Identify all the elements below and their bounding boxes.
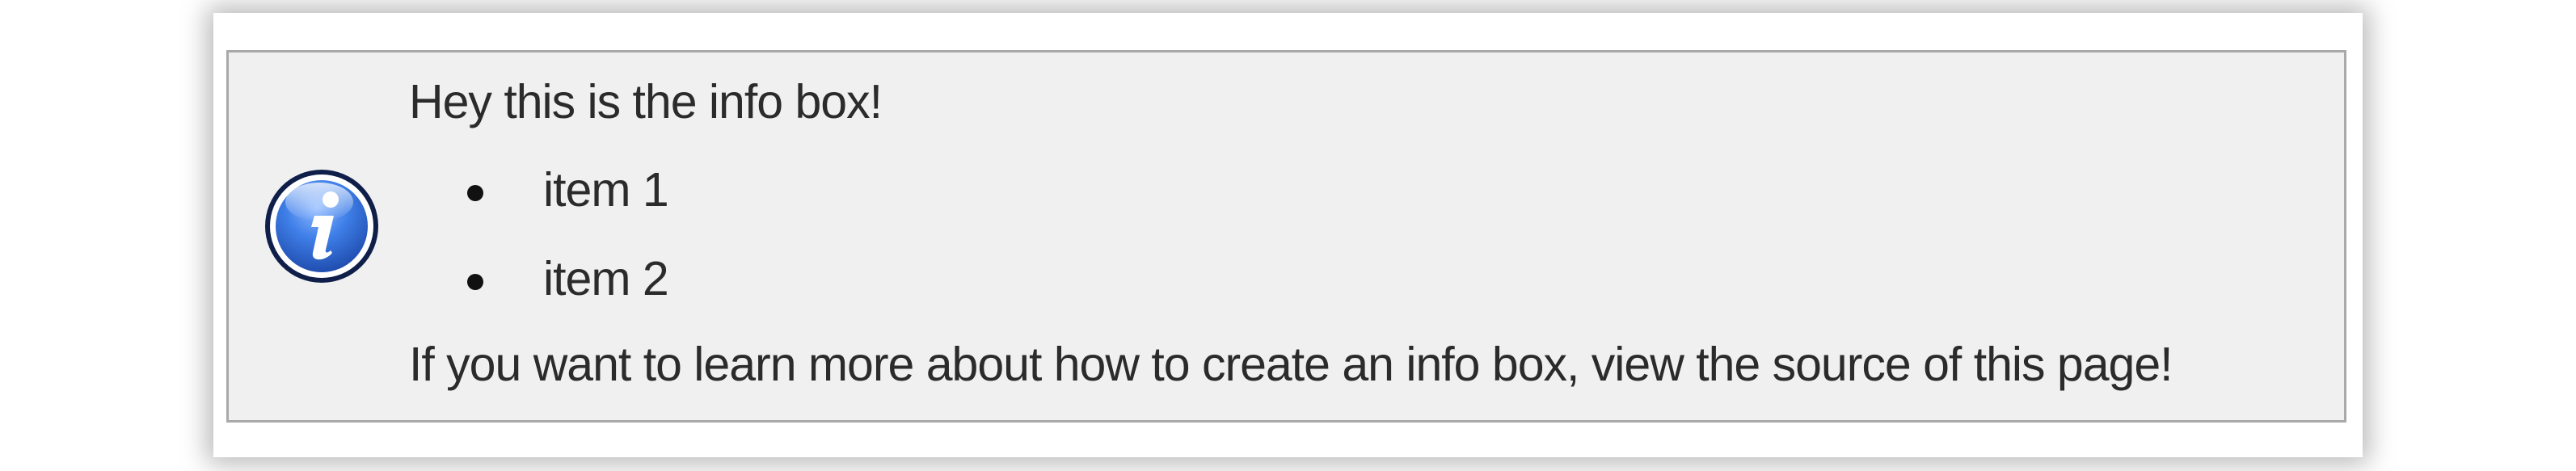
info-box-outro: If you want to learn more about how to c… <box>409 338 2173 391</box>
list-item-label: item 1 <box>543 163 669 217</box>
bullet-icon <box>467 274 483 290</box>
info-icon <box>265 170 378 283</box>
bullet-icon <box>467 185 483 201</box>
info-box: Hey this is the info box! item 1 item 2 … <box>226 50 2346 423</box>
list-item-label: item 2 <box>543 252 669 305</box>
info-box-intro: Hey this is the info box! <box>409 75 883 128</box>
